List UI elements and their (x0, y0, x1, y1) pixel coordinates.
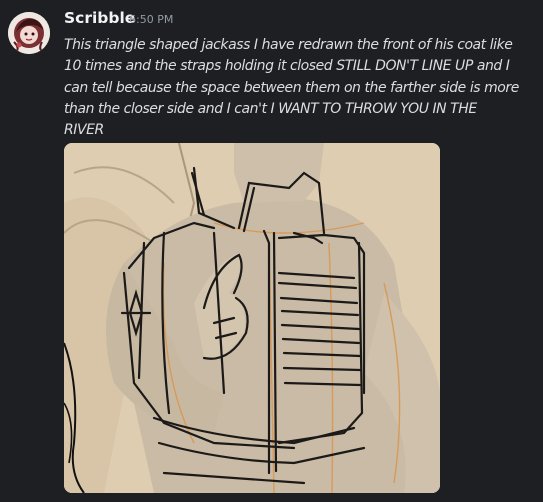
message-line: This triangle shaped jackass I have redr… (64, 37, 513, 53)
avatar[interactable] (8, 12, 50, 54)
avatar-drawing-icon (8, 12, 50, 54)
image-attachment[interactable] (64, 143, 440, 493)
sketch-drawing-image (64, 143, 440, 493)
message-line: 10 times and the straps holding it close… (64, 58, 510, 75)
message-line: than the closer side and I can't I WANT … (64, 100, 477, 117)
message-line: RIVER (64, 122, 104, 139)
username[interactable]: Scribble (64, 9, 135, 27)
message-content: This triangle shaped jackass I have redr… (64, 35, 534, 141)
message-line: can tell because the space between them … (64, 79, 519, 96)
chat-message: Scribble 6:50 PM This triangle shaped ja… (0, 0, 543, 502)
message-timestamp: 6:50 PM (129, 13, 174, 26)
